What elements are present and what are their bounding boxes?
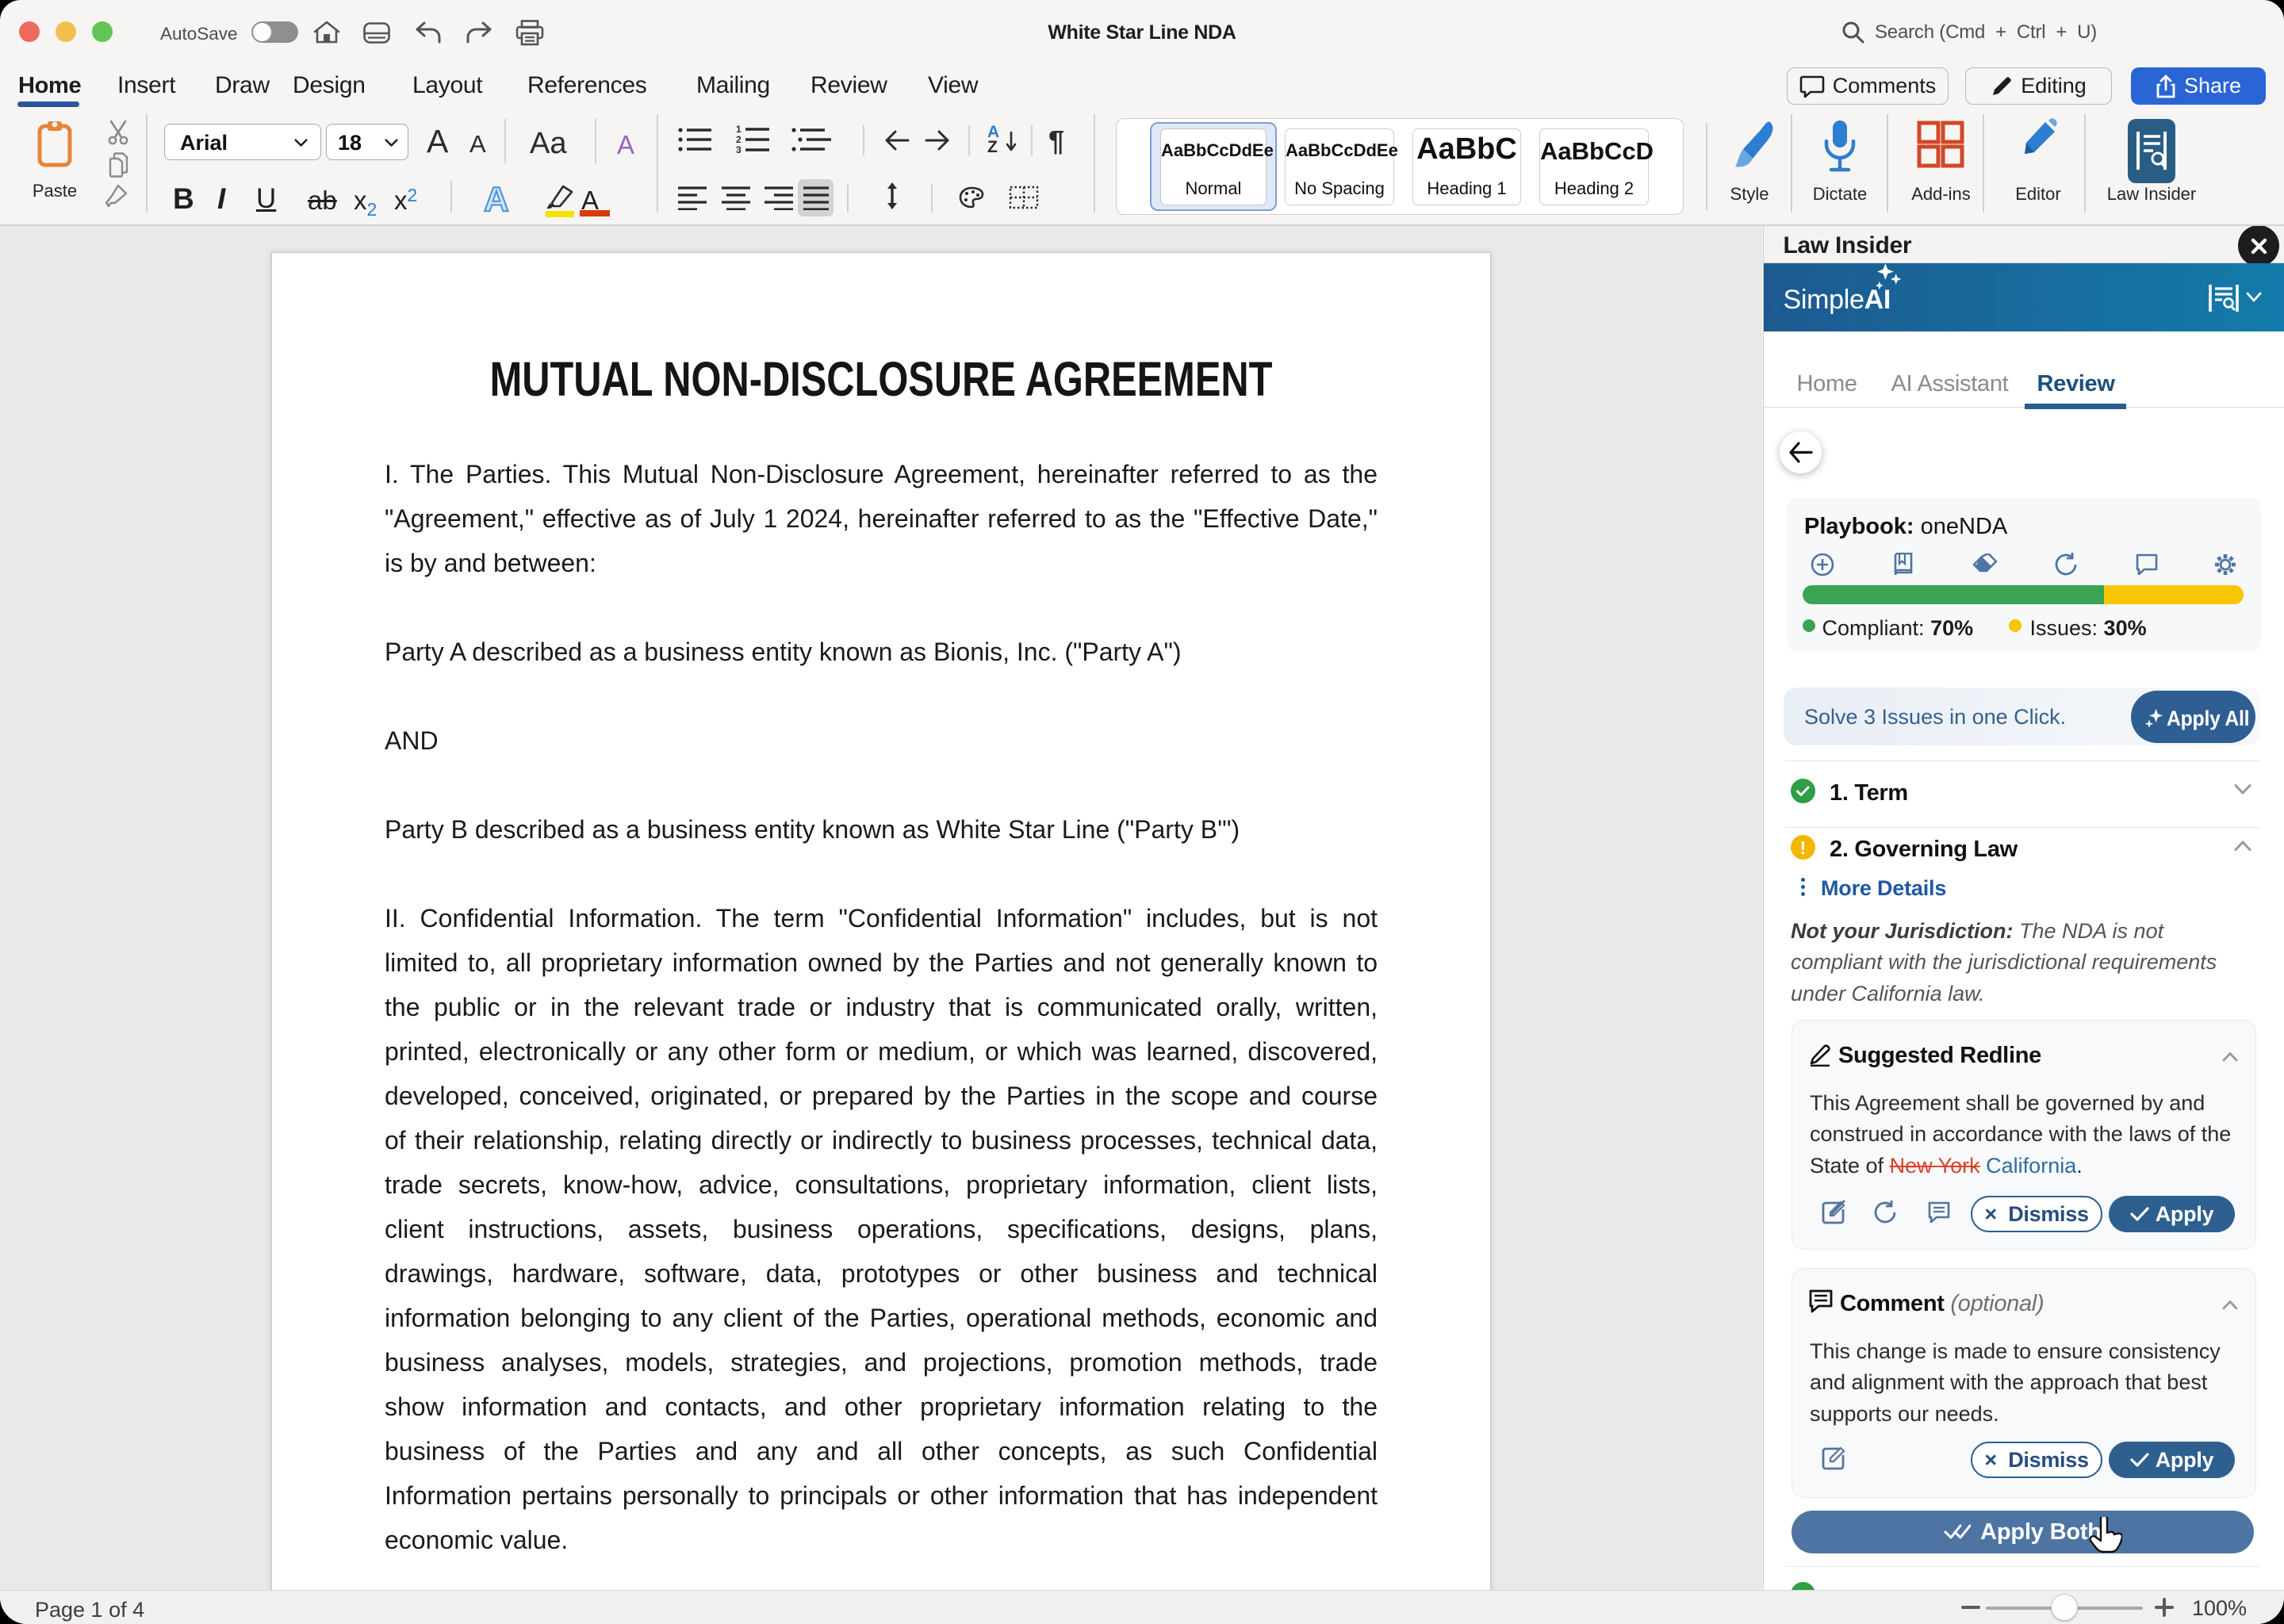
svg-text:2: 2 — [736, 134, 742, 145]
svg-text:3: 3 — [736, 144, 742, 155]
